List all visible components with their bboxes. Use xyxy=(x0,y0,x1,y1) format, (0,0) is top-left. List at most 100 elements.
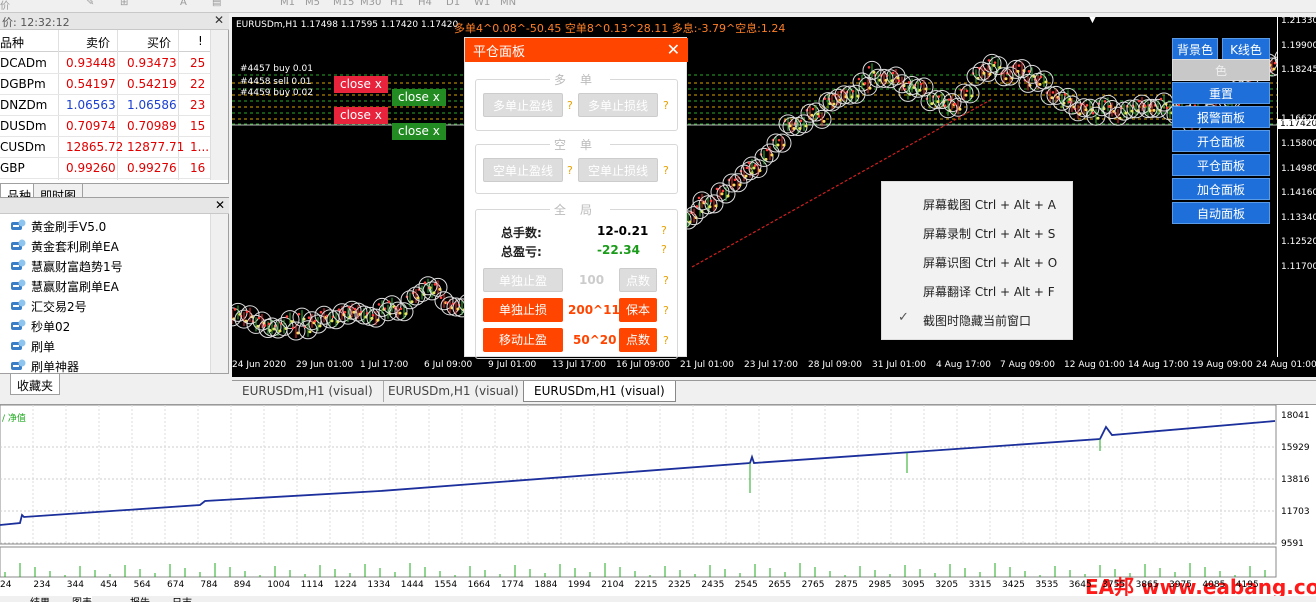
close-order-button[interactable]: close x xyxy=(334,107,388,124)
deal-tick: 1444 xyxy=(400,580,424,590)
market-watch-row[interactable]: CUSDm 12865.72 12877.71 1... xyxy=(0,137,210,158)
market-watch-row[interactable]: DCADm 0.93448 0.93473 25 xyxy=(0,53,210,74)
close-icon[interactable]: ✕ xyxy=(215,198,225,212)
tab-graph[interactable]: 图表 xyxy=(72,594,92,602)
tab-journal[interactable]: 日志 xyxy=(172,594,192,602)
navigator-item[interactable]: 慧赢财富趋势1号 xyxy=(0,256,210,276)
chart-tabs: EURUSDm,H1 (visual) EURUSDm,H1 (visual) … xyxy=(232,380,1316,402)
long-sl-button[interactable]: 多单止损线 xyxy=(578,93,658,117)
help-icon[interactable]: ? xyxy=(661,224,667,237)
tf-d1[interactable]: D1 xyxy=(446,0,460,8)
open-panel-button[interactable]: 开仓面板 xyxy=(1172,130,1270,152)
navigator-item[interactable]: 秒单02 xyxy=(0,316,210,336)
toolbar-icon[interactable]: ✎ xyxy=(86,0,94,8)
expert-icon xyxy=(11,279,26,290)
auto-panel-button[interactable]: 自动面板 xyxy=(1172,202,1270,224)
close-icon[interactable]: ✕ xyxy=(214,13,224,27)
add-panel-button[interactable]: 加仓面板 xyxy=(1172,178,1270,200)
navigator-item[interactable]: 汇交易2号 xyxy=(0,296,210,316)
expert-icon xyxy=(11,219,26,230)
col-spread[interactable]: ! xyxy=(198,34,203,48)
points-button[interactable]: 点数 xyxy=(619,328,657,352)
col-symbol[interactable]: 品种 xyxy=(0,34,24,51)
help-icon[interactable]: ? xyxy=(661,243,667,256)
menu-item-hide-window[interactable]: 截图时隐藏当前窗口 xyxy=(923,312,1031,329)
toolbar-icon[interactable]: ⊞ xyxy=(120,0,128,8)
market-watch-title: 价: 12:32:12 xyxy=(0,13,229,30)
navigator-item[interactable]: 黄金套利刷单EA xyxy=(0,236,210,256)
trailing-value[interactable]: 50^20 xyxy=(573,333,616,347)
col-bid[interactable]: 卖价 xyxy=(86,34,110,51)
short-sl-button[interactable]: 空单止损线 xyxy=(578,158,658,182)
menu-item-ocr[interactable]: 屏幕识图 Ctrl + Alt + O xyxy=(923,254,1057,271)
tf-h4[interactable]: H4 xyxy=(418,0,432,8)
time-tick: 29 Jun 01:00 xyxy=(296,360,354,370)
toolbar-icon[interactable]: 价 xyxy=(0,0,10,12)
deal-tick: 1554 xyxy=(434,580,458,590)
tf-h1[interactable]: H1 xyxy=(390,0,404,8)
tf-m30[interactable]: M30 xyxy=(360,0,381,8)
single-sl-button[interactable]: 单独止损 xyxy=(483,298,563,322)
deal-tick: 2655 xyxy=(768,580,792,590)
close-order-button[interactable]: close x xyxy=(392,123,446,140)
tf-w1[interactable]: W1 xyxy=(474,0,490,8)
close-order-button[interactable]: close x xyxy=(334,76,388,93)
deal-tick: 1224 xyxy=(334,580,357,590)
cell-spread: 25 xyxy=(190,56,206,70)
navigator-tabs: 收藏夹 xyxy=(0,373,229,395)
toolbar-icon[interactable]: A xyxy=(180,0,187,8)
help-icon[interactable]: ? xyxy=(567,164,573,177)
market-watch-row[interactable]: DUSDm 0.70974 0.70989 15 xyxy=(0,116,210,137)
menu-item-record[interactable]: 屏幕录制 Ctrl + Alt + S xyxy=(923,225,1055,242)
alarm-panel-button[interactable]: 报警面板 xyxy=(1172,106,1270,128)
deal-tick: 3865 xyxy=(1135,580,1159,590)
cell-ask: 0.93473 xyxy=(127,56,177,70)
help-icon[interactable]: ? xyxy=(663,99,669,112)
close-panel-button[interactable]: 平仓面板 xyxy=(1172,154,1270,176)
chart-tab[interactable]: EURUSDm,H1 (visual) xyxy=(378,381,530,402)
help-icon[interactable]: ? xyxy=(663,274,669,287)
reset-button[interactable]: 重置 xyxy=(1172,82,1270,104)
k-color-button[interactable]: K线色 xyxy=(1222,38,1270,60)
navigator-item[interactable]: 黄金刷手V5.0 xyxy=(0,216,210,236)
chart-tab[interactable]: EURUSDm,H1 (visual) xyxy=(232,381,384,402)
close-order-button[interactable]: close x xyxy=(392,89,446,106)
tf-m1[interactable]: M1 xyxy=(280,0,295,8)
bg-color-button[interactable]: 背景色 xyxy=(1172,38,1218,60)
close-icon[interactable]: ✕ xyxy=(667,40,680,59)
market-watch-row[interactable]: DNZDm 1.06563 1.06586 23 xyxy=(0,95,210,116)
tab-favorites[interactable]: 收藏夹 xyxy=(10,374,61,395)
scrollbar[interactable] xyxy=(210,30,228,180)
navigator-item[interactable]: 慧赢财富刷单EA xyxy=(0,276,210,296)
deal-tick: 1774 xyxy=(501,580,524,590)
tf-m15[interactable]: M15 xyxy=(333,0,354,8)
market-watch-row[interactable]: DGBPm 0.54197 0.54219 22 xyxy=(0,74,210,95)
tf-mn[interactable]: MN xyxy=(500,0,516,8)
chart-info: EURUSDm,H1 1.17498 1.17595 1.17420 1.174… xyxy=(236,20,459,30)
col-ask[interactable]: 买价 xyxy=(147,34,171,51)
long-tp-button[interactable]: 多单止盈线 xyxy=(483,93,563,117)
short-tp-button[interactable]: 空单止盈线 xyxy=(483,158,563,182)
help-icon[interactable]: ? xyxy=(663,164,669,177)
market-watch-row[interactable]: GBP 0.99260 0.99276 16 xyxy=(0,158,210,179)
tab-results[interactable]: 结果 xyxy=(30,594,50,602)
cell-symbol: DCADm xyxy=(0,56,47,70)
help-icon[interactable]: ? xyxy=(567,99,573,112)
menu-item-translate[interactable]: 屏幕翻译 Ctrl + Alt + F xyxy=(923,283,1055,300)
menu-item-screenshot[interactable]: 屏幕截图 Ctrl + Alt + A xyxy=(923,196,1056,213)
help-icon[interactable]: ? xyxy=(663,334,669,347)
points-button[interactable]: 点数 xyxy=(619,268,657,292)
scrollbar[interactable] xyxy=(210,214,228,374)
price-chart[interactable]: EURUSDm,H1 1.17498 1.17595 1.17420 1.174… xyxy=(232,17,1316,357)
navigator-item[interactable]: 刷单 xyxy=(0,336,210,356)
help-icon[interactable]: ? xyxy=(663,304,669,317)
trailing-tp-button[interactable]: 移动止盈 xyxy=(483,328,563,352)
single-tp-button[interactable]: 单独止盈 xyxy=(483,268,563,292)
tf-m5[interactable]: M5 xyxy=(305,0,320,8)
single-tp-value[interactable]: 100 xyxy=(579,273,604,287)
color-button[interactable]: 色 xyxy=(1172,59,1270,81)
toolbar-icon[interactable]: ▤ xyxy=(212,0,221,8)
breakeven-button[interactable]: 保本 xyxy=(619,298,657,322)
chart-tab-active[interactable]: EURUSDm,H1 (visual) xyxy=(523,381,676,402)
tab-report[interactable]: 报告 xyxy=(130,594,150,602)
